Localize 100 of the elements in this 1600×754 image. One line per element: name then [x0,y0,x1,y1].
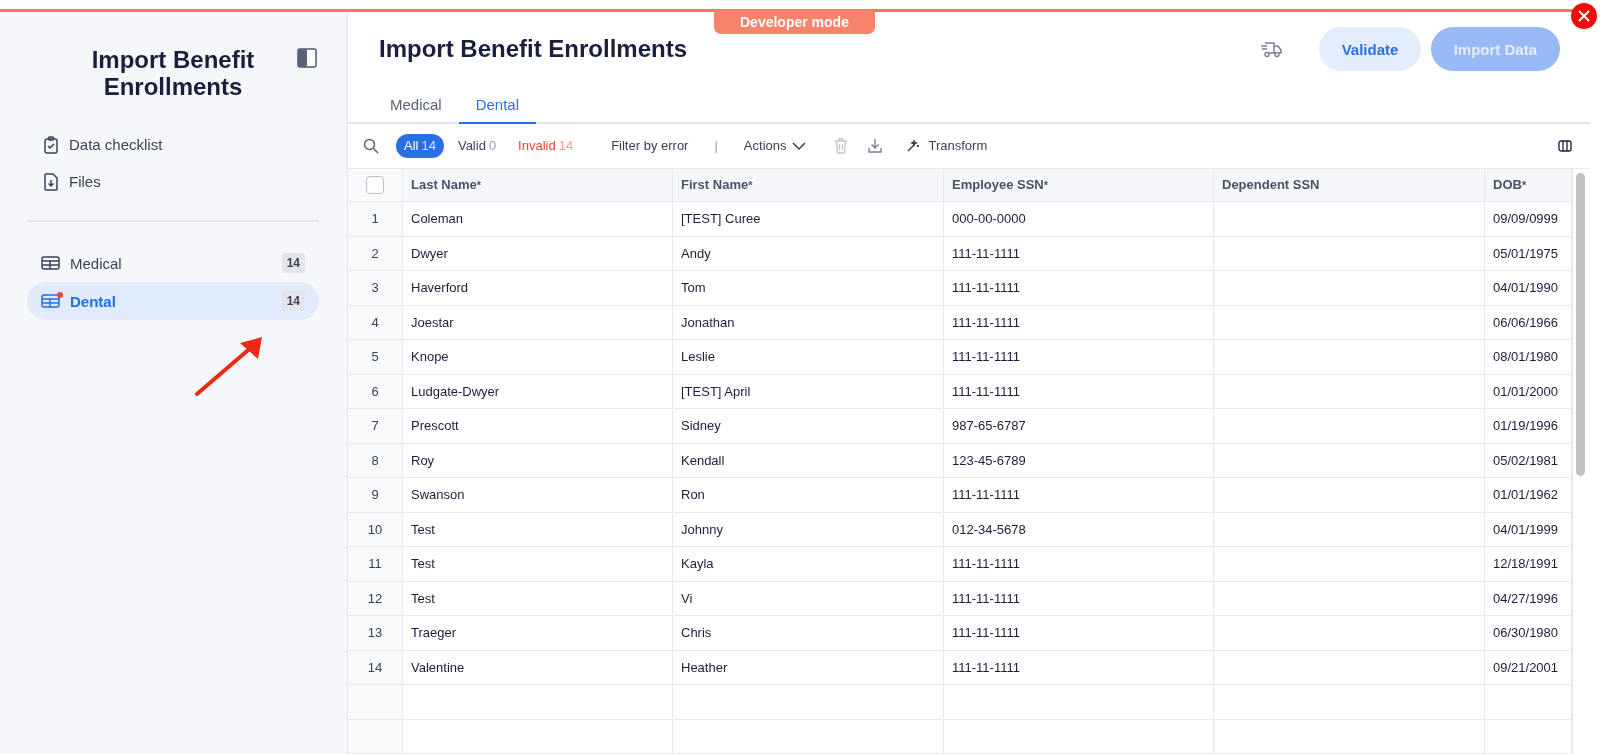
table-cell: Prescott [403,409,673,444]
table-cell: Test [403,581,673,616]
table-cell: Haverford [403,271,673,306]
table-cell: 111-11-1111 [944,650,1214,685]
table-cell: Kayla [673,547,944,582]
row-number: 3 [348,271,403,306]
magic-wand-icon[interactable] [906,138,921,153]
table-cell: Swanson [403,478,673,513]
clipboard-check-icon [43,135,59,154]
row-number: 11 [348,547,403,582]
file-download-icon [43,172,59,191]
table-cell: 04/01/1990 [1485,271,1572,306]
table-cell: 09/21/2001 [1485,650,1572,685]
table-cell: 111-11-1111 [944,271,1214,306]
annotation-arrow [194,335,264,397]
row-number: 6 [348,374,403,409]
truck-icon[interactable] [1259,40,1282,59]
table-cell: 111-11-1111 [944,616,1214,651]
table-cell: 111-11-1111 [944,547,1214,582]
table-cell: 06/30/1980 [1485,616,1572,651]
table-cell: 06/06/1966 [1485,305,1572,340]
table-cell: 01/01/1962 [1485,478,1572,513]
search-icon[interactable] [363,137,379,154]
select-all-checkbox[interactable] [366,175,384,194]
table-cell: Coleman [403,202,673,237]
scrollbar-thumb[interactable] [1576,172,1585,476]
separator: | [714,138,718,154]
sidebar-title: Import Benefit Enrollments [90,46,256,100]
table-cell: Knope [403,340,673,375]
table-cell: Kendall [673,443,944,478]
table-cell: Traeger [403,616,673,651]
table-cell: Tom [673,271,944,306]
table-cell: Sidney [673,409,944,444]
tab[interactable]: Medical [373,86,459,125]
close-button[interactable] [1571,3,1597,29]
row-number: 14 [348,650,403,685]
table-cell: 05/01/1975 [1485,236,1572,271]
validate-button[interactable]: Validate [1318,27,1421,72]
row-number: 4 [348,305,403,340]
row-number: 13 [348,616,403,651]
table-cell: Joestar [403,305,673,340]
table-cell: 111-11-1111 [944,581,1214,616]
sidebar-link[interactable]: Files [27,163,319,200]
table-cell: Heather [673,650,944,685]
table-cell: Test [403,512,673,547]
table-icon [41,294,60,308]
row-number: 10 [348,512,403,547]
table-cell: Ludgate-Dwyer [403,374,673,409]
sidebar-toggle-icon[interactable] [297,48,317,68]
table-cell: 05/02/1981 [1485,443,1572,478]
table-cell: 04/01/1999 [1485,512,1572,547]
table-cell: [TEST] Curee [673,202,944,237]
table-cell: Jonathan [673,305,944,340]
table-cell: 111-11-1111 [944,374,1214,409]
table-icon [41,256,60,270]
page-title: Import Benefit Enrollments [379,35,689,64]
table-cell: 08/01/1980 [1485,340,1572,375]
transform-button[interactable]: Transform [928,138,988,154]
sheet-item[interactable]: Dental 14 [27,282,319,320]
column-header[interactable]: Dependent SSN [1214,167,1485,202]
row-number: 2 [348,236,403,271]
table-cell: [TEST] April [673,374,944,409]
row-number: 8 [348,443,403,478]
table-cell: Dwyer [403,236,673,271]
sheet-item[interactable]: Medical 14 [27,244,319,282]
chevron-down-icon [792,141,807,150]
table-cell: 04/27/1996 [1485,581,1572,616]
row-number: 12 [348,581,403,616]
table-cell: 012-34-5678 [944,512,1214,547]
filter-chip[interactable]: All 14 [396,133,444,158]
table-cell: Vi [673,581,944,616]
actions-dropdown[interactable]: Actions [743,138,807,154]
filter-chip[interactable]: Valid 0 [449,133,505,158]
table-cell: 123-45-6789 [944,443,1214,478]
download-icon[interactable] [868,138,883,154]
table-cell: Andy [673,236,944,271]
row-number: 9 [348,478,403,513]
sidebar-link[interactable]: Data checklist [27,126,319,163]
table-cell: Chris [673,616,944,651]
table-cell: 111-11-1111 [944,305,1214,340]
filter-chip[interactable]: Invalid 14 [510,133,582,158]
developer-mode-banner: Developer mode [714,10,875,34]
table-cell: 111-11-1111 [944,340,1214,375]
table-cell: 000-00-0000 [944,202,1214,237]
row-count: 14 [281,291,305,311]
table-cell: Roy [403,443,673,478]
tab[interactable]: Dental [458,86,537,125]
row-number: 7 [348,409,403,444]
close-icon [1578,10,1590,22]
table-cell: Valentine [403,650,673,685]
table-cell: 111-11-1111 [944,478,1214,513]
table-cell: Leslie [673,340,944,375]
row-number: 1 [348,202,403,237]
filter-by-error-button[interactable]: Filter by error [611,138,689,154]
columns-icon[interactable] [1558,139,1572,152]
table-cell: Johnny [673,512,944,547]
table-cell: 12/18/1991 [1485,547,1572,582]
table-cell: Ron [673,478,944,513]
row-count: 14 [281,253,305,273]
row-number: 5 [348,340,403,375]
